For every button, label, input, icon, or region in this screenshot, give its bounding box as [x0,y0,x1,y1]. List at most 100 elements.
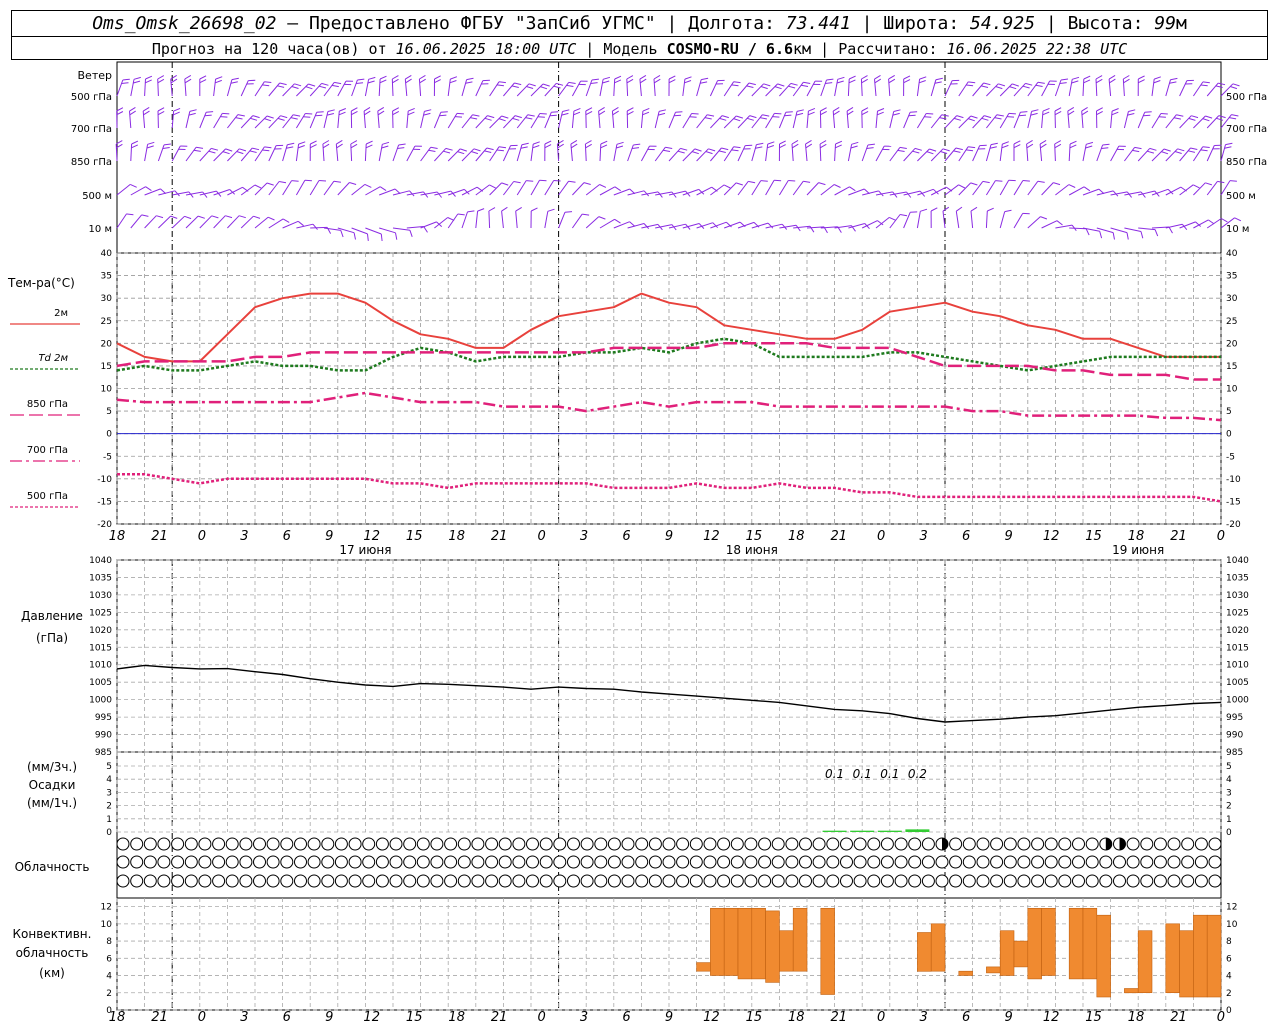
wind-barb-feather [305,113,313,115]
cloud-symbol [485,837,499,851]
conv-bar [723,907,739,976]
wind-barb-feather [254,184,262,189]
wind-barb-feather [222,151,230,155]
wind-barb-feather [1132,149,1140,153]
cloud-symbol [280,855,294,869]
cloud-symbol [990,874,1004,888]
wind-barb-feather [1053,182,1061,186]
wind-barb [903,212,911,229]
pressure-tick-left: 1025 [89,608,112,618]
wind-barb-feather [805,143,813,149]
wind-barb [377,111,380,129]
wind-barb-feather [803,180,811,183]
temp-tick-left: 0 [106,430,112,440]
wind-barb [1124,147,1135,162]
wind-barb [254,216,269,229]
wind-barb-feather [1134,146,1142,150]
precip-tick-left: 5 [106,762,112,772]
wind-barb [751,222,769,229]
cloud-symbol [253,874,266,888]
wind-barb-feather [277,85,285,88]
hour-tick-label-bottom: 18 [788,1010,805,1024]
wind-barb [1193,182,1206,196]
wind-barb-feather [958,184,966,189]
wind-barb [185,147,197,162]
wind-barb [461,79,468,97]
wind-barb-feather [1026,143,1034,149]
hour-tick-label: 18 [1128,529,1145,544]
cloud-symbol [689,874,703,888]
wind-barb-feather [598,106,605,112]
wind-barb [944,80,953,97]
wind-barb-feather [130,183,137,188]
wind-barb-feather [749,115,757,119]
wind-barb-feather [173,107,181,112]
wind-barb [599,218,615,229]
wind-barb-feather [440,111,448,113]
wind-barb-feather [614,79,622,84]
wind-barb [613,144,618,162]
wind-barb [296,83,309,97]
wind-barb-feather [294,83,302,87]
wind-barb-feather [277,117,285,121]
wind-barb-feather [496,84,504,87]
cloud-symbol [703,874,717,888]
wind-barb-feather [598,216,606,220]
cloud-symbol [703,855,717,869]
wind-barb-feather [379,75,387,80]
cloud-symbol [880,874,894,888]
wind-barb-feather [339,108,346,112]
cloud-symbol [594,874,608,888]
cloud-symbol [225,837,239,851]
wind-barb-feather [1232,83,1240,87]
wind-barb [653,78,656,97]
hour-tick-label-bottom: 0 [877,1010,885,1024]
cloud-symbol [403,855,417,869]
wind-barb-feather [1018,114,1027,117]
cloud-symbol [553,874,567,888]
wind-barb-feather [142,106,150,112]
wind-barb-feather [305,86,313,90]
wind-barb [1082,78,1085,97]
conv-tick-right: 12 [1226,903,1237,913]
wind-barb-feather [1108,74,1116,80]
cloud-symbol [785,874,799,888]
precip-tick-left: 2 [106,802,112,812]
wind-barb [1179,115,1192,129]
temp-tick-right: -20 [1226,520,1241,530]
wind-barb-feather [990,142,998,146]
precip-tick-right: 4 [1226,775,1232,785]
wind-barb-feather [1138,75,1145,80]
wind-barb [1165,79,1171,97]
wind-barb-feather [353,232,356,240]
wind-barb-feather [760,180,768,182]
wind-barb-feather [849,186,856,192]
wind-barb-feather [1001,144,1009,149]
wind-level-label-left: 700 гПа [71,124,112,135]
hour-tick-label: 3 [920,529,928,544]
cloud-symbol [294,837,307,851]
cloud-symbol [990,837,1004,851]
wind-barb-feather [184,74,192,80]
wind-barb-feather [1202,146,1210,148]
wind-barb-feather [1054,110,1062,116]
wind-barb [130,79,135,97]
wind-barb [130,186,146,196]
cloud-symbol [758,874,772,888]
wind-barb [475,80,484,97]
wind-barb [627,144,634,162]
cloud-symbol [853,837,867,851]
cloud-symbol [389,874,403,888]
wind-barb-feather [689,116,697,118]
hour-tick-label: 12 [1043,529,1060,544]
wind-barb [639,79,642,97]
wind-barb-feather [225,148,233,152]
wind-barb-feather [746,117,754,121]
wind-barb-feather [1176,114,1184,117]
wind-barb [598,111,601,129]
cloud-symbol [157,855,171,869]
wind-barb-feather [820,110,827,116]
cloud-symbol [1072,874,1085,888]
wind-barb [379,188,396,196]
wind-barb-feather [1099,231,1103,239]
